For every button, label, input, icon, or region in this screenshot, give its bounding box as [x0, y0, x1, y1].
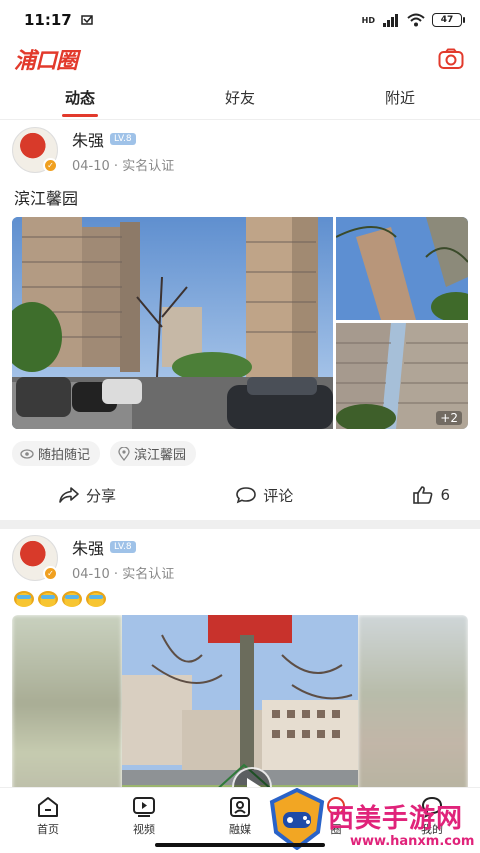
tab-friends[interactable]: 好友: [160, 80, 320, 119]
level-badge: LV.8: [110, 132, 136, 145]
notification-icon: [81, 15, 93, 25]
post-image[interactable]: +2: [336, 323, 468, 429]
meta-separator: ·: [113, 158, 123, 174]
battery-indicator: 47: [432, 13, 465, 27]
post-text: 滨江馨园: [14, 189, 79, 208]
tag-list: 随拍随记 滨江馨园: [12, 441, 468, 466]
watermark-text: 西美手游网: [328, 804, 464, 834]
like-button[interactable]: 6: [412, 485, 450, 505]
location-tag-label: 滨江馨园: [134, 448, 187, 463]
video-blur-right: [358, 615, 468, 812]
feed-tabs: 动态 好友 附近: [0, 80, 480, 120]
camera-button[interactable]: [436, 44, 466, 74]
post-date: 04-10: [72, 566, 110, 582]
topic-tag-label: 随拍随记: [38, 448, 91, 463]
share-button[interactable]: 分享: [58, 485, 116, 506]
status-bar: 11:17 HD 47: [0, 0, 480, 40]
nav-media-label: 融媒: [229, 823, 251, 836]
nav-video-label: 视频: [133, 823, 155, 836]
share-label: 分享: [86, 486, 117, 505]
verified-badge-icon: ✓: [43, 566, 58, 581]
tab-nearby[interactable]: 附近: [320, 80, 480, 119]
meta-separator: ·: [113, 566, 123, 582]
video-blur-left: [12, 615, 122, 812]
game-controller-logo-icon: [269, 788, 325, 850]
post-image[interactable]: [12, 217, 333, 429]
video-icon: [133, 797, 155, 817]
network-label: HD: [361, 15, 375, 25]
home-indicator: [155, 843, 325, 847]
laughing-crying-emoji-icon: [14, 591, 34, 607]
comment-icon: [236, 487, 257, 504]
watermark-url: www.hanxm.com: [350, 834, 475, 849]
level-badge: LV.8: [110, 540, 136, 553]
user-name[interactable]: 朱强: [72, 535, 104, 559]
avatar[interactable]: ✓: [12, 535, 58, 581]
comment-button[interactable]: 评论: [235, 485, 293, 506]
thumbs-up-icon: [413, 486, 433, 504]
post-image[interactable]: [336, 217, 468, 320]
post-card[interactable]: ✓ 朱强 LV.8 04-10 · 实名认证 滨江馨园 +2 随拍随记 滨江馨园…: [0, 121, 480, 518]
feed: ✓ 朱强 LV.8 04-10 · 实名认证 滨江馨园 +2 随拍随记 滨江馨园…: [0, 121, 480, 812]
wifi-icon: [407, 13, 425, 27]
verify-label: 实名认证: [122, 158, 175, 174]
share-icon: [59, 487, 79, 503]
more-images-count: +2: [436, 411, 462, 425]
emoji-row: [14, 591, 466, 607]
avatar[interactable]: ✓: [12, 127, 58, 173]
home-icon: [38, 797, 58, 817]
topic-tag[interactable]: 随拍随记: [12, 441, 101, 466]
camera-icon: [438, 48, 464, 69]
signal-icon: [383, 14, 398, 27]
media-icon: [230, 797, 250, 817]
image-grid: +2: [12, 217, 468, 429]
post-date: 04-10: [72, 158, 110, 174]
app-header: 浦口圈: [0, 40, 480, 78]
comment-label: 评论: [263, 486, 294, 505]
user-name[interactable]: 朱强: [72, 127, 104, 151]
nav-home-label: 首页: [37, 823, 59, 836]
post-card[interactable]: ✓ 朱强 LV.8 04-10 · 实名认证: [0, 529, 480, 812]
post-video[interactable]: [12, 615, 468, 812]
eye-icon: [20, 448, 34, 459]
laughing-crying-emoji-icon: [38, 591, 58, 607]
status-time: 11:17: [24, 11, 72, 29]
location-tag[interactable]: 滨江馨园: [110, 441, 197, 466]
verified-badge-icon: ✓: [43, 158, 58, 173]
verify-label: 实名认证: [122, 566, 175, 582]
like-count: 6: [440, 486, 450, 504]
location-pin-icon: [118, 446, 130, 461]
laughing-crying-emoji-icon: [62, 591, 82, 607]
app-logo: 浦口圈: [14, 48, 78, 74]
tab-dynamic[interactable]: 动态: [0, 80, 160, 119]
post-divider: [0, 520, 480, 529]
post-actions: 分享 评论 6: [12, 472, 468, 518]
laughing-crying-emoji-icon: [86, 591, 106, 607]
nav-home[interactable]: 首页: [0, 788, 96, 853]
